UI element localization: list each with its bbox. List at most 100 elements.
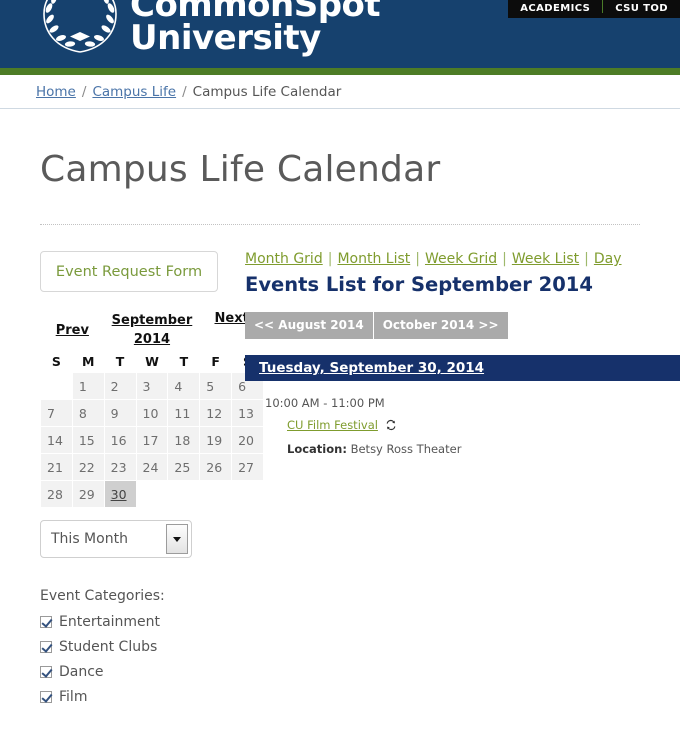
view-link-month-list[interactable]: Month List — [337, 251, 410, 267]
event-item: 10:00 AM - 11:00 PM CU Film Festival Loc… — [265, 396, 680, 456]
chevron-down-icon[interactable] — [166, 524, 188, 554]
cal-cell[interactable]: 26 — [200, 454, 232, 480]
category-label: Student Clubs — [59, 639, 158, 655]
cal-cell[interactable]: 4 — [168, 373, 200, 399]
event-categories-label: Event Categories: — [40, 588, 165, 604]
mini-calendar-week-row: 21 22 23 24 25 26 27 — [41, 454, 263, 480]
view-link-separator: | — [415, 251, 420, 267]
dow-tuesday: T — [115, 353, 125, 369]
utility-nav-item-csu-today[interactable]: CSU TOD — [603, 3, 680, 15]
category-label: Entertainment — [59, 614, 161, 630]
recurring-event-icon — [385, 419, 397, 431]
checkbox-checked-icon[interactable] — [40, 666, 52, 678]
cal-cell[interactable]: 23 — [104, 454, 136, 480]
category-row-entertainment[interactable]: Entertainment — [40, 614, 240, 630]
cal-cell[interactable]: 28 — [41, 481, 72, 507]
month-navigation: << August 2014 October 2014 >> — [245, 312, 680, 339]
dow-monday: M — [81, 353, 95, 369]
mini-calendar-week-row: 7 8 9 10 11 12 13 — [41, 400, 263, 426]
mini-calendar-week-row: 14 15 16 17 18 19 20 — [41, 427, 263, 453]
utility-nav-item-academics[interactable]: ACADEMICS — [508, 3, 602, 15]
event-request-form-button[interactable]: Event Request Form — [40, 251, 218, 292]
cal-cell[interactable]: 2 — [104, 373, 136, 399]
checkbox-checked-icon[interactable] — [40, 641, 52, 653]
category-row-film[interactable]: Film — [40, 689, 240, 705]
mini-calendar-prev-link[interactable]: Prev — [56, 323, 89, 338]
cal-cell[interactable]: 7 — [41, 400, 72, 426]
cal-cell[interactable]: 9 — [104, 400, 136, 426]
mini-calendar-nav-row: Prev September 2014 Next — [41, 311, 263, 349]
cal-cell[interactable]: 11 — [168, 400, 200, 426]
dow-friday: F — [211, 353, 220, 369]
content-columns: Event Request Form Prev September 2014 N… — [0, 225, 680, 714]
cal-cell — [200, 481, 232, 507]
next-month-button[interactable]: October 2014 >> — [373, 312, 508, 339]
mini-calendar: Prev September 2014 Next S M T W T F 1 2… — [40, 310, 264, 508]
event-location: Location: Betsy Ross Theater — [287, 442, 680, 456]
main-content: Month Grid | Month List | Week Grid | Week Lis… — [240, 251, 680, 714]
mini-calendar-dow-row: S M T W T F S — [41, 350, 263, 372]
header-green-rule — [0, 68, 680, 75]
breadcrumb-separator: / — [182, 83, 187, 100]
event-time: 10:00 AM - 11:00 PM — [265, 396, 385, 410]
day-group-date-link[interactable]: Tuesday, September 30, 2014 — [259, 360, 484, 376]
cal-cell[interactable]: 12 — [200, 400, 232, 426]
cal-cell — [136, 481, 168, 507]
cal-cell[interactable]: 18 — [168, 427, 200, 453]
cal-cell[interactable]: 29 — [72, 481, 104, 507]
breadcrumb: Home / Campus Life / Campus Life Calendar — [36, 84, 341, 100]
cal-cell[interactable]: 15 — [72, 427, 104, 453]
cal-cell[interactable]: 5 — [200, 373, 232, 399]
cal-cell[interactable]: 14 — [41, 427, 72, 453]
view-link-separator: | — [584, 251, 589, 267]
laurel-wreath-graduation-cap-icon — [36, 0, 124, 58]
cal-cell — [41, 373, 72, 399]
event-location-label: Location: — [287, 442, 347, 456]
sidebar: Event Request Form Prev September 2014 N… — [0, 251, 263, 714]
view-link-month-grid[interactable]: Month Grid — [245, 251, 323, 267]
breadcrumb-separator: / — [81, 83, 87, 100]
mini-calendar-year-label[interactable]: 2014 — [134, 330, 170, 349]
event-title-link[interactable]: CU Film Festival — [287, 418, 378, 432]
cal-cell-selected[interactable]: 30 — [104, 481, 136, 507]
events-list-heading: Events List for September 2014 — [245, 273, 593, 296]
category-label: Dance — [59, 664, 104, 680]
cal-cell[interactable]: 3 — [136, 373, 168, 399]
category-row-dance[interactable]: Dance — [40, 664, 240, 680]
site-header: CommonSpot University ACADEMICS CSU TOD — [0, 0, 680, 68]
event-title-row: CU Film Festival — [287, 418, 680, 432]
mini-calendar-month-label[interactable]: September — [112, 311, 193, 330]
breadcrumb-item-home[interactable]: Home — [36, 84, 76, 100]
cal-cell[interactable]: 21 — [41, 454, 72, 480]
cal-cell[interactable]: 16 — [104, 427, 136, 453]
date-range-select[interactable]: This Month — [40, 520, 192, 558]
cal-cell[interactable]: 22 — [72, 454, 104, 480]
view-link-separator: | — [327, 251, 333, 267]
view-link-week-list[interactable]: Week List — [512, 251, 579, 267]
mini-calendar-week-row: 1 2 3 4 5 6 — [41, 373, 263, 399]
view-link-week-grid[interactable]: Week Grid — [425, 251, 497, 267]
dow-wednesday: W — [145, 353, 159, 369]
calendar-view-links: Month Grid | Month List | Week Grid | Week Lis… — [245, 251, 680, 267]
cal-cell[interactable]: 1 — [72, 373, 104, 399]
category-row-student-clubs[interactable]: Student Clubs — [40, 639, 240, 655]
day-group-header: Tuesday, September 30, 2014 — [245, 355, 680, 381]
cal-cell[interactable]: 25 — [168, 454, 200, 480]
prev-month-button[interactable]: << August 2014 — [245, 312, 373, 339]
cal-cell[interactable]: 10 — [136, 400, 168, 426]
checkbox-checked-icon[interactable] — [40, 616, 52, 628]
cal-cell[interactable]: 17 — [136, 427, 168, 453]
dow-thursday: T — [179, 353, 189, 369]
site-logo[interactable]: CommonSpot University — [36, 0, 381, 58]
checkbox-checked-icon[interactable] — [40, 691, 52, 703]
cal-cell[interactable]: 24 — [136, 454, 168, 480]
view-link-separator: | — [502, 251, 507, 267]
category-label: Film — [59, 689, 88, 705]
breadcrumb-item-campus-life[interactable]: Campus Life — [92, 84, 176, 100]
brand-line-2: University — [130, 18, 321, 58]
breadcrumb-bar: Home / Campus Life / Campus Life Calendar — [0, 75, 680, 109]
cal-cell[interactable]: 8 — [72, 400, 104, 426]
page-title: Campus Life Calendar — [40, 149, 441, 190]
view-link-day[interactable]: Day — [594, 251, 622, 267]
cal-cell[interactable]: 19 — [200, 427, 232, 453]
